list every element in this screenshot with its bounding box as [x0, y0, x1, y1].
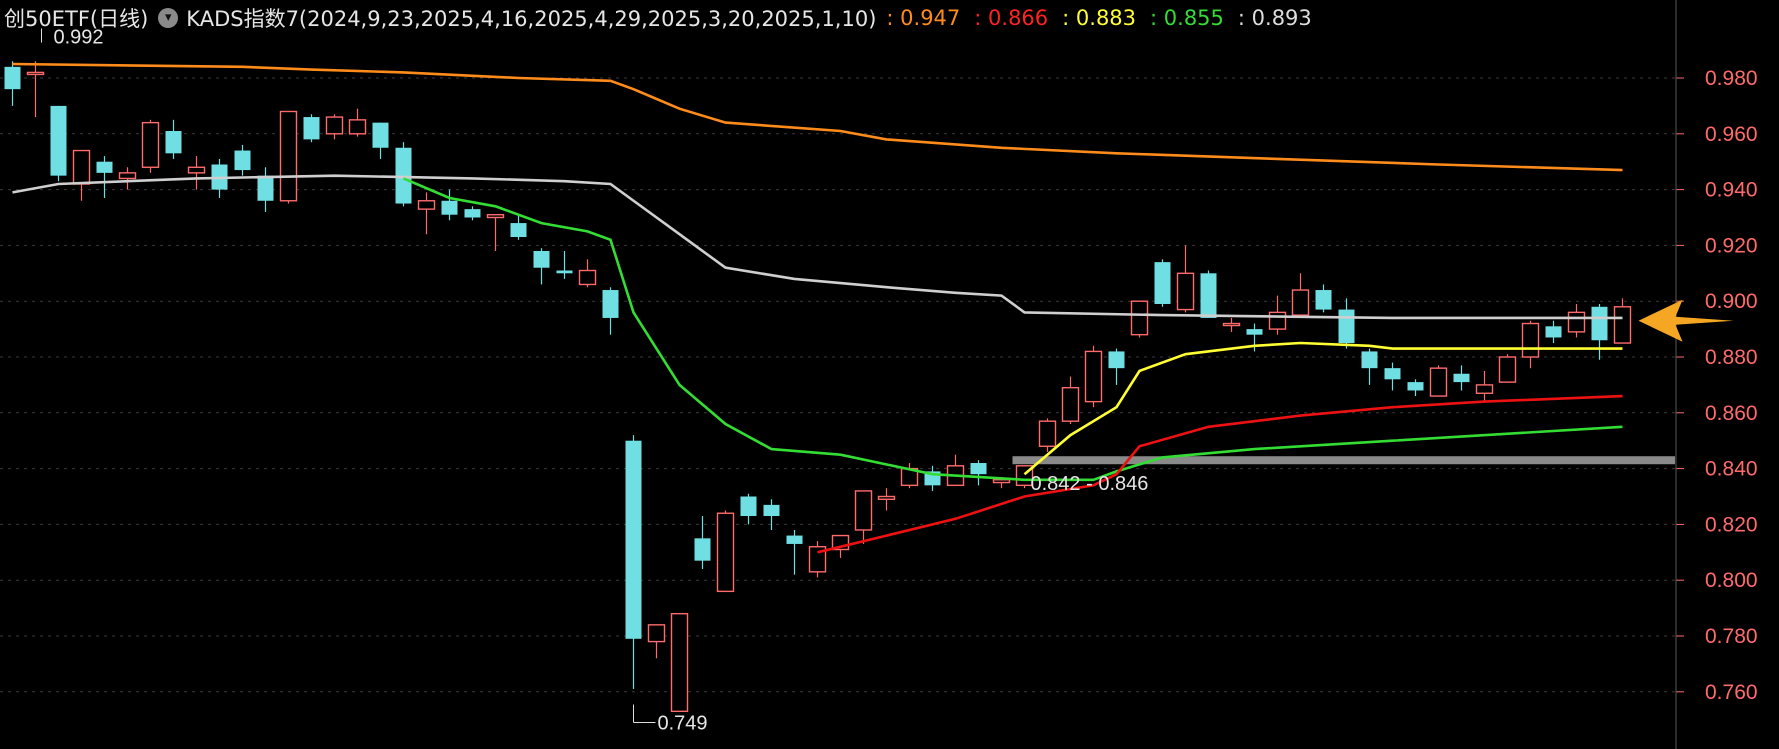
candle-body-down — [625, 440, 642, 639]
candle-body-up — [1475, 384, 1494, 394]
indicator-line-0 — [12, 62, 1623, 172]
y-tick-label: 0.800 — [1705, 569, 1758, 592]
candle-body-up — [1061, 386, 1080, 422]
candle-body-down — [96, 161, 113, 173]
candle-body-up — [1498, 356, 1517, 383]
candle-body-down — [533, 250, 550, 268]
candle-body-down — [1338, 309, 1355, 344]
y-tick-label: 0.940 — [1705, 179, 1758, 202]
candle-body-down — [234, 150, 251, 171]
candle-body-up — [1567, 311, 1586, 333]
indicator-line-1 — [12, 174, 1623, 320]
candle-body-up — [279, 110, 298, 202]
candle-body-up — [670, 612, 689, 713]
candle-body-up — [141, 121, 160, 168]
candle-body-down — [970, 463, 987, 475]
low-label: 0.749 — [658, 712, 708, 734]
candle-body-up — [1613, 306, 1632, 344]
candle-body-down — [165, 131, 182, 154]
candle-body-up — [877, 495, 896, 500]
y-tick-label: 0.780 — [1705, 625, 1758, 648]
candle-body-down — [1407, 382, 1424, 391]
candle-body-down — [4, 66, 21, 90]
candle-body-down — [1591, 306, 1608, 341]
candle-body-up — [992, 479, 1011, 484]
candle-body-up — [578, 269, 597, 286]
candle-body-up — [1268, 311, 1287, 330]
candle-body-up — [716, 512, 735, 593]
candle-body-down — [763, 504, 780, 517]
candle-body-up — [1038, 420, 1057, 447]
candle-body-up — [1429, 367, 1448, 397]
band-label: 0.842 - 0.846 — [1031, 473, 1149, 495]
candle-body-down — [1246, 329, 1263, 335]
candle-body-up — [417, 200, 436, 210]
candle-body-down — [1108, 351, 1125, 369]
candle-body-down — [303, 117, 320, 140]
candle-body-up — [118, 172, 137, 180]
candle-body-down — [694, 538, 711, 561]
support-band — [1012, 456, 1675, 465]
y-tick-label: 0.900 — [1705, 290, 1758, 313]
indicator-line-2 — [402, 177, 1623, 482]
y-tick-label: 0.980 — [1705, 67, 1758, 90]
candle-body-down — [372, 122, 389, 148]
candle-body-up — [348, 119, 367, 135]
candle-body-up — [325, 116, 344, 135]
candle-body-down — [1200, 273, 1217, 318]
candle-body-down — [1453, 373, 1470, 383]
candle-body-up — [1222, 322, 1241, 327]
y-tick-label: 0.820 — [1705, 513, 1758, 536]
candle-body-up — [187, 166, 206, 174]
candle-body-up — [854, 490, 873, 531]
candle-body-down — [1154, 262, 1171, 304]
y-tick-label: 0.960 — [1705, 123, 1758, 146]
y-tick-label: 0.840 — [1705, 458, 1758, 481]
candle-body-down — [786, 535, 803, 544]
candle-body-down — [1361, 351, 1378, 369]
candle-body-up — [1176, 272, 1195, 311]
candle-body-down — [556, 270, 573, 274]
candle-body-up — [486, 214, 505, 219]
candle-body-down — [257, 175, 274, 201]
candle-body-down — [1545, 326, 1562, 338]
candle-body-up — [647, 624, 666, 643]
y-tick-label: 0.920 — [1705, 234, 1758, 257]
candle-body-up — [1521, 322, 1540, 358]
y-tick-label: 0.760 — [1705, 681, 1758, 704]
high-label: 0.992 — [54, 27, 104, 49]
candle-body-down — [441, 200, 458, 215]
y-tick-label: 0.860 — [1705, 402, 1758, 425]
candle-body-up — [26, 71, 45, 76]
candle-body-up — [72, 149, 91, 185]
candle-body-up — [1130, 300, 1149, 336]
candle-body-down — [1315, 290, 1332, 310]
candle-body-down — [464, 209, 481, 218]
candle-body-down — [602, 290, 619, 318]
candle-body-down — [740, 496, 757, 517]
candle-body-up — [1291, 289, 1310, 316]
candle-body-down — [1384, 368, 1401, 380]
candle-body-up — [1084, 350, 1103, 403]
y-tick-label: 0.880 — [1705, 346, 1758, 369]
candle-body-down — [510, 223, 527, 238]
candle-body-down — [50, 105, 67, 176]
candlestick-chart[interactable]: 0.980 0.960 0.940 0.920 0.900 0.880 0.860 0.840… — [0, 0, 1779, 749]
